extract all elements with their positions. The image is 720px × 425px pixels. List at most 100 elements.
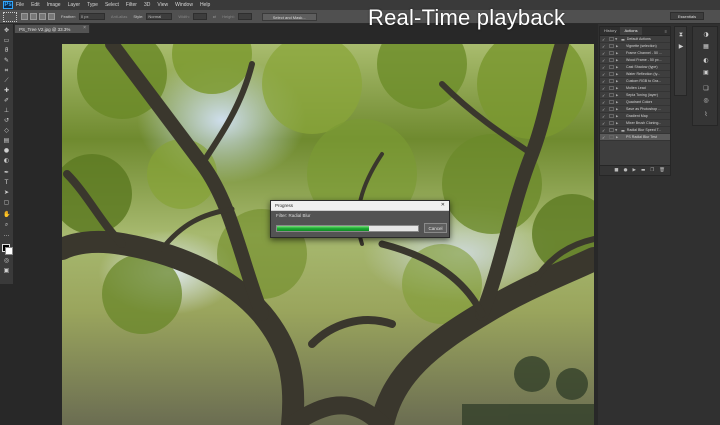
move-tool-icon[interactable]: ✥: [3, 28, 10, 34]
close-icon[interactable]: ✕: [441, 201, 445, 210]
eraser-tool-icon[interactable]: ◇: [3, 128, 10, 134]
workspace-select[interactable]: Essentials: [670, 12, 704, 20]
action-row[interactable]: ✓ ▶ Frame Channel - 50 ...: [600, 50, 670, 57]
style-select[interactable]: Normal: [146, 13, 173, 20]
height-input[interactable]: [237, 13, 252, 20]
expand-action-icon[interactable]: ▶: [616, 58, 621, 62]
expand-action-icon[interactable]: ▶: [616, 79, 621, 83]
adjustments-panel-icon[interactable]: ◐: [702, 57, 710, 65]
toggle-check-icon[interactable]: ✓: [602, 107, 607, 112]
cancel-button[interactable]: Cancel: [424, 223, 447, 233]
action-row[interactable]: ✓ ▼ ▬ Default Actions: [600, 36, 670, 43]
blur-tool-icon[interactable]: ●: [3, 148, 10, 154]
dialog-toggle-icon[interactable]: [609, 44, 614, 48]
gradient-tool-icon[interactable]: ▤: [3, 138, 10, 144]
dialog-toggle-icon[interactable]: [609, 58, 614, 62]
dodge-tool-icon[interactable]: ◐: [3, 158, 10, 164]
quick-select-tool-icon[interactable]: ✎: [3, 58, 10, 64]
dialog-toggle-icon[interactable]: [609, 86, 614, 90]
dialog-toggle-icon[interactable]: [609, 100, 614, 104]
menu-image[interactable]: Image: [47, 2, 61, 8]
toggle-check-icon[interactable]: ✓: [602, 72, 607, 77]
shape-tool-icon[interactable]: ▢: [3, 200, 10, 206]
play-icon[interactable]: ▶: [633, 168, 636, 173]
quick-mask-icon[interactable]: ◎: [3, 258, 10, 264]
healing-tool-icon[interactable]: ✚: [3, 88, 10, 94]
pen-tool-icon[interactable]: ✒: [3, 170, 10, 176]
expand-action-icon[interactable]: ▶: [616, 93, 621, 97]
menu-window[interactable]: Window: [175, 2, 193, 8]
toggle-check-icon[interactable]: ✓: [602, 65, 607, 70]
menu-layer[interactable]: Layer: [68, 2, 81, 8]
dialog-toggle-icon[interactable]: [609, 121, 614, 125]
expand-set-icon[interactable]: ▼: [615, 37, 620, 41]
dialog-toggle-icon[interactable]: [609, 65, 614, 69]
toggle-check-icon[interactable]: ✓: [602, 44, 607, 49]
toggle-check-icon[interactable]: ✓: [602, 79, 607, 84]
more-tools-icon[interactable]: …: [3, 232, 10, 238]
tab-history[interactable]: History: [600, 27, 620, 35]
menu-filter[interactable]: Filter: [126, 2, 137, 8]
action-row[interactable]: ✓ ▶ Quadrant Colors: [600, 99, 670, 106]
styles-panel-icon[interactable]: ▣: [702, 69, 710, 77]
toggle-check-icon[interactable]: ✓: [602, 121, 607, 126]
toggle-check-icon[interactable]: ✓: [602, 58, 607, 63]
width-input[interactable]: [192, 13, 207, 20]
crop-tool-icon[interactable]: ⌗: [3, 68, 10, 74]
toggle-check-icon[interactable]: ✓: [602, 37, 607, 42]
history-brush-tool-icon[interactable]: ↺: [3, 118, 10, 124]
menu-view[interactable]: View: [157, 2, 168, 8]
paths-panel-icon[interactable]: ⌇: [702, 111, 710, 119]
action-row[interactable]: ✓ ▶ Molten Lead: [600, 85, 670, 92]
expand-set-icon[interactable]: ▼: [615, 128, 620, 132]
toggle-check-icon[interactable]: ✓: [602, 93, 607, 98]
eyedropper-tool-icon[interactable]: ⟋: [3, 78, 10, 84]
panel-menu-icon[interactable]: ≡: [665, 29, 667, 34]
brush-tool-icon[interactable]: ✐: [3, 98, 10, 104]
document-tab[interactable]: PS_Tree V2.jpg @ 33.3% (RGB/8*) ×: [14, 24, 90, 41]
dialog-toggle-icon[interactable]: [609, 135, 614, 139]
type-tool-icon[interactable]: T: [3, 180, 10, 186]
feather-input[interactable]: 0 px: [78, 13, 105, 20]
menu-type[interactable]: Type: [87, 2, 98, 8]
action-row[interactable]: ✓ ▶ Vignette (selection): [600, 43, 670, 50]
close-document-icon[interactable]: ×: [83, 25, 86, 31]
tab-actions[interactable]: Actions: [620, 27, 642, 35]
expand-action-icon[interactable]: ▶: [616, 44, 621, 48]
delete-icon[interactable]: 🗑: [659, 168, 665, 173]
menu-select[interactable]: Select: [105, 2, 119, 8]
menu-file[interactable]: File: [16, 2, 24, 8]
hand-tool-icon[interactable]: ✋: [3, 212, 10, 218]
action-row[interactable]: ✓ ▶ PS Radial Blur Test: [600, 134, 670, 141]
dialog-toggle-icon[interactable]: [609, 114, 614, 118]
menu-3d[interactable]: 3D: [144, 2, 150, 8]
zoom-tool-icon[interactable]: ⌕: [3, 222, 10, 228]
new-selection-icon[interactable]: [21, 13, 28, 20]
action-row[interactable]: ✓ ▶ Save as Photoshop ...: [600, 106, 670, 113]
dialog-toggle-icon[interactable]: [609, 128, 614, 132]
dialog-toggle-icon[interactable]: [609, 107, 614, 111]
menu-help[interactable]: Help: [200, 2, 210, 8]
menu-edit[interactable]: Edit: [31, 2, 40, 8]
toggle-check-icon[interactable]: ✓: [602, 114, 607, 119]
action-row[interactable]: ✓ ▶ Mixer Brush Cloning...: [600, 120, 670, 127]
expand-action-icon[interactable]: ▶: [616, 107, 621, 111]
background-color-swatch[interactable]: [5, 247, 13, 255]
record-icon[interactable]: ●: [624, 168, 628, 173]
intersect-selection-icon[interactable]: [48, 13, 55, 20]
action-row[interactable]: ✓ ▶ Sepia Toning (layer): [600, 92, 670, 99]
channels-panel-icon[interactable]: ◎: [702, 97, 710, 105]
expand-action-icon[interactable]: ▶: [616, 86, 621, 90]
clone-stamp-tool-icon[interactable]: ⊥: [3, 108, 10, 114]
expand-action-icon[interactable]: ▶: [616, 51, 621, 55]
history-panel-icon[interactable]: ⧗: [677, 31, 685, 39]
action-row[interactable]: ✓ ▶ Gradient Map: [600, 113, 670, 120]
expand-action-icon[interactable]: ▶: [616, 100, 621, 104]
subtract-selection-icon[interactable]: [39, 13, 46, 20]
new-set-icon[interactable]: ▬: [641, 168, 645, 173]
expand-action-icon[interactable]: ▶: [616, 65, 621, 69]
action-row[interactable]: ✓ ▶ Wood Frame - 50 px...: [600, 57, 670, 64]
action-row[interactable]: ✓ ▶ Custom RGB to Gra...: [600, 78, 670, 85]
dialog-toggle-icon[interactable]: [609, 51, 614, 55]
dialog-toggle-icon[interactable]: [609, 37, 614, 41]
